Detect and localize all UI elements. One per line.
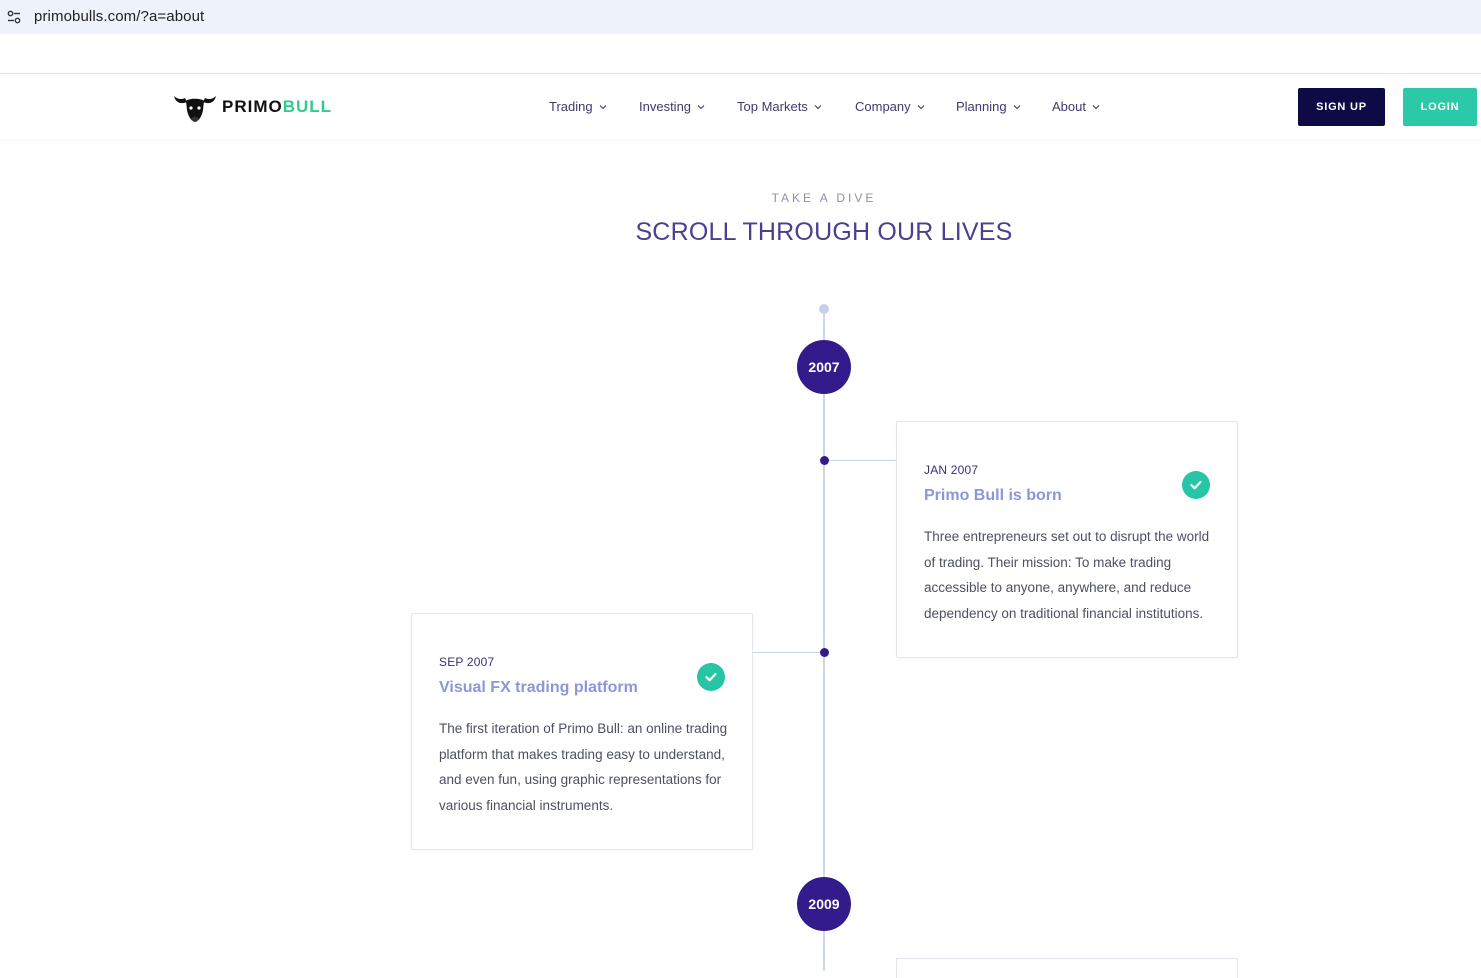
- nav-company[interactable]: Company: [855, 99, 925, 114]
- site-header: PRIMOBULL Trading Investing Top Markets Com…: [0, 75, 1481, 139]
- year-badge-2007: 2007: [797, 340, 851, 394]
- nav-investing[interactable]: Investing: [639, 99, 705, 114]
- timeline-connector: [829, 460, 896, 461]
- timeline-card-partial: [896, 958, 1238, 978]
- nav-label: About: [1052, 99, 1086, 114]
- top-band: [0, 34, 1481, 74]
- timeline-card-sep-2007: SEP 2007 Visual FX trading platform The …: [411, 613, 753, 850]
- primobull-logo[interactable]: PRIMOBULL: [172, 88, 332, 126]
- nav-trading[interactable]: Trading: [549, 99, 607, 114]
- browser-address-bar: primobulls.com/?a=about: [0, 0, 1481, 34]
- login-button[interactable]: LOGIN: [1403, 88, 1477, 126]
- chevron-down-icon: [599, 104, 606, 109]
- nav-top-markets[interactable]: Top Markets: [737, 99, 822, 114]
- bull-logo-icon: [174, 96, 216, 122]
- chevron-down-icon: [814, 104, 822, 109]
- nav-label: Investing: [639, 99, 692, 114]
- timeline-card-jan-2007: JAN 2007 Primo Bull is born Three entrep…: [896, 421, 1238, 658]
- address-url[interactable]: primobulls.com/?a=about: [34, 8, 204, 25]
- check-icon: [1182, 471, 1210, 499]
- site-settings-icon[interactable]: [7, 10, 21, 24]
- nav-about[interactable]: About: [1052, 99, 1100, 114]
- year-badge-2009: 2009: [797, 877, 851, 931]
- card-date: JAN 2007: [924, 463, 979, 477]
- timeline-line: [823, 308, 825, 971]
- card-title: Primo Bull is born: [924, 487, 1062, 504]
- card-title: Visual FX trading platform: [439, 679, 638, 696]
- timeline-node: [820, 456, 829, 465]
- card-date: SEP 2007: [439, 655, 495, 669]
- nav-label: Trading: [549, 99, 593, 114]
- timeline-node: [820, 648, 829, 657]
- timeline-connector: [752, 652, 820, 653]
- check-icon: [697, 663, 725, 691]
- card-body: The first iteration of Primo Bull: an on…: [439, 721, 728, 813]
- chevron-down-icon: [917, 104, 925, 109]
- nav-label: Company: [855, 99, 911, 114]
- sign-up-button[interactable]: SIGN UP: [1298, 88, 1385, 126]
- card-body: Three entrepreneurs set out to disrupt t…: [924, 529, 1210, 621]
- chevron-down-icon: [697, 104, 705, 109]
- chevron-down-icon: [1092, 104, 1100, 109]
- logo-wordmark: PRIMOBULL: [222, 97, 333, 116]
- timeline-start-dot: [819, 304, 829, 314]
- nav-planning[interactable]: Planning: [956, 99, 1021, 114]
- section-eyebrow: TAKE A DIVE: [771, 191, 877, 205]
- nav-label: Top Markets: [737, 99, 808, 114]
- chevron-down-icon: [1013, 104, 1020, 109]
- nav-label: Planning: [956, 99, 1007, 114]
- section-headline: SCROLL THROUGH OUR LIVES: [635, 218, 1013, 246]
